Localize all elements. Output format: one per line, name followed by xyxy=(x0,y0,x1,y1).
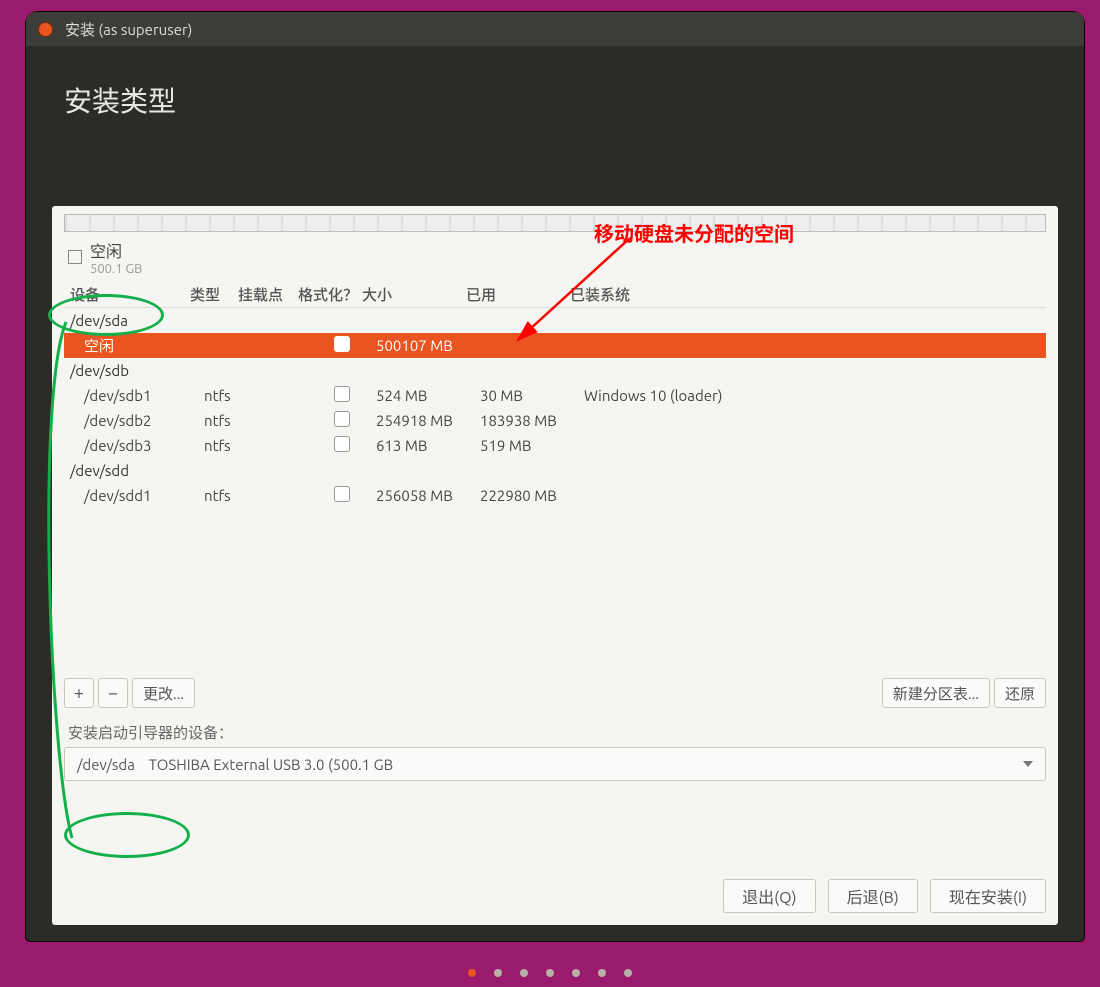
table-row[interactable]: /dev/sdb3ntfs613 MB519 MB xyxy=(64,433,1046,458)
partition-toolbar: + − 更改... 新建分区表... 还原 xyxy=(64,678,1046,708)
partition-bar[interactable] xyxy=(64,214,1046,232)
table-row[interactable]: /dev/sdb xyxy=(64,358,1046,383)
col-system[interactable]: 已装系统 xyxy=(570,284,1046,305)
titlebar[interactable]: 安装 (as superuser) xyxy=(26,12,1084,46)
col-mount[interactable]: 挂载点 xyxy=(238,284,294,305)
page-title: 安装类型 xyxy=(64,80,1068,120)
pager-dots xyxy=(0,969,1100,977)
table-row[interactable]: 空闲500107 MB xyxy=(64,333,1046,358)
add-button[interactable]: + xyxy=(64,678,94,708)
table-row[interactable]: /dev/sdd1ntfs256058 MB222980 MB xyxy=(64,483,1046,508)
col-device[interactable]: 设备 xyxy=(64,284,190,305)
pager-dot[interactable] xyxy=(624,969,632,977)
table-row[interactable]: /dev/sdb2ntfs254918 MB183938 MB xyxy=(64,408,1046,433)
bootloader-desc: TOSHIBA External USB 3.0 (500.1 GB xyxy=(149,756,393,773)
format-checkbox[interactable] xyxy=(334,436,350,452)
close-icon[interactable] xyxy=(38,22,53,37)
pager-dot[interactable] xyxy=(468,969,476,977)
col-format[interactable]: 格式化？ xyxy=(294,284,362,305)
table-row[interactable]: /dev/sdb1ntfs524 MB30 MBWindows 10 (load… xyxy=(64,383,1046,408)
bootloader-label: 安装启动引导器的设备： xyxy=(68,722,1042,743)
table-row[interactable]: /dev/sdd xyxy=(64,458,1046,483)
pager-dot[interactable] xyxy=(546,969,554,977)
bootloader-device: /dev/sda xyxy=(77,756,135,773)
format-checkbox[interactable] xyxy=(334,411,350,427)
chevron-down-icon xyxy=(1023,761,1033,767)
pager-dot[interactable] xyxy=(598,969,606,977)
legend-label: 空闲 xyxy=(90,238,142,262)
pager-dot[interactable] xyxy=(520,969,528,977)
pager-dot[interactable] xyxy=(494,969,502,977)
change-button[interactable]: 更改... xyxy=(132,678,195,708)
partition-panel: 空闲 500.1 GB 设备 类型 挂载点 格式化？ 大小 已用 已装系统 /d… xyxy=(52,206,1058,925)
table-header: 设备 类型 挂载点 格式化？ 大小 已用 已装系统 xyxy=(64,282,1046,308)
format-checkbox[interactable] xyxy=(334,336,350,352)
window-title: 安装 (as superuser) xyxy=(65,19,192,40)
col-used[interactable]: 已用 xyxy=(466,284,570,305)
quit-button[interactable]: 退出(Q) xyxy=(723,879,816,913)
format-checkbox[interactable] xyxy=(334,486,350,502)
new-table-button[interactable]: 新建分区表... xyxy=(882,678,990,708)
legend-size: 500.1 GB xyxy=(90,262,142,276)
legend-swatch xyxy=(68,250,82,264)
revert-button[interactable]: 还原 xyxy=(994,678,1046,708)
partition-table: 设备 类型 挂载点 格式化？ 大小 已用 已装系统 /dev/sda空闲5001… xyxy=(64,282,1046,508)
installer-window: 安装 (as superuser) 安装类型 空闲 500.1 GB 设备 类型… xyxy=(26,12,1084,941)
bootloader-select[interactable]: /dev/sda TOSHIBA External USB 3.0 (500.1… xyxy=(64,747,1046,781)
pager-dot[interactable] xyxy=(572,969,580,977)
table-row[interactable]: /dev/sda xyxy=(64,308,1046,333)
footer-buttons: 退出(Q) 后退(B) 现在安装(I) xyxy=(723,879,1046,913)
legend: 空闲 500.1 GB xyxy=(68,238,1042,276)
remove-button[interactable]: − xyxy=(98,678,128,708)
col-size[interactable]: 大小 xyxy=(362,284,466,305)
install-button[interactable]: 现在安装(I) xyxy=(930,879,1046,913)
format-checkbox[interactable] xyxy=(334,386,350,402)
back-button[interactable]: 后退(B) xyxy=(828,879,918,913)
col-type[interactable]: 类型 xyxy=(190,284,238,305)
